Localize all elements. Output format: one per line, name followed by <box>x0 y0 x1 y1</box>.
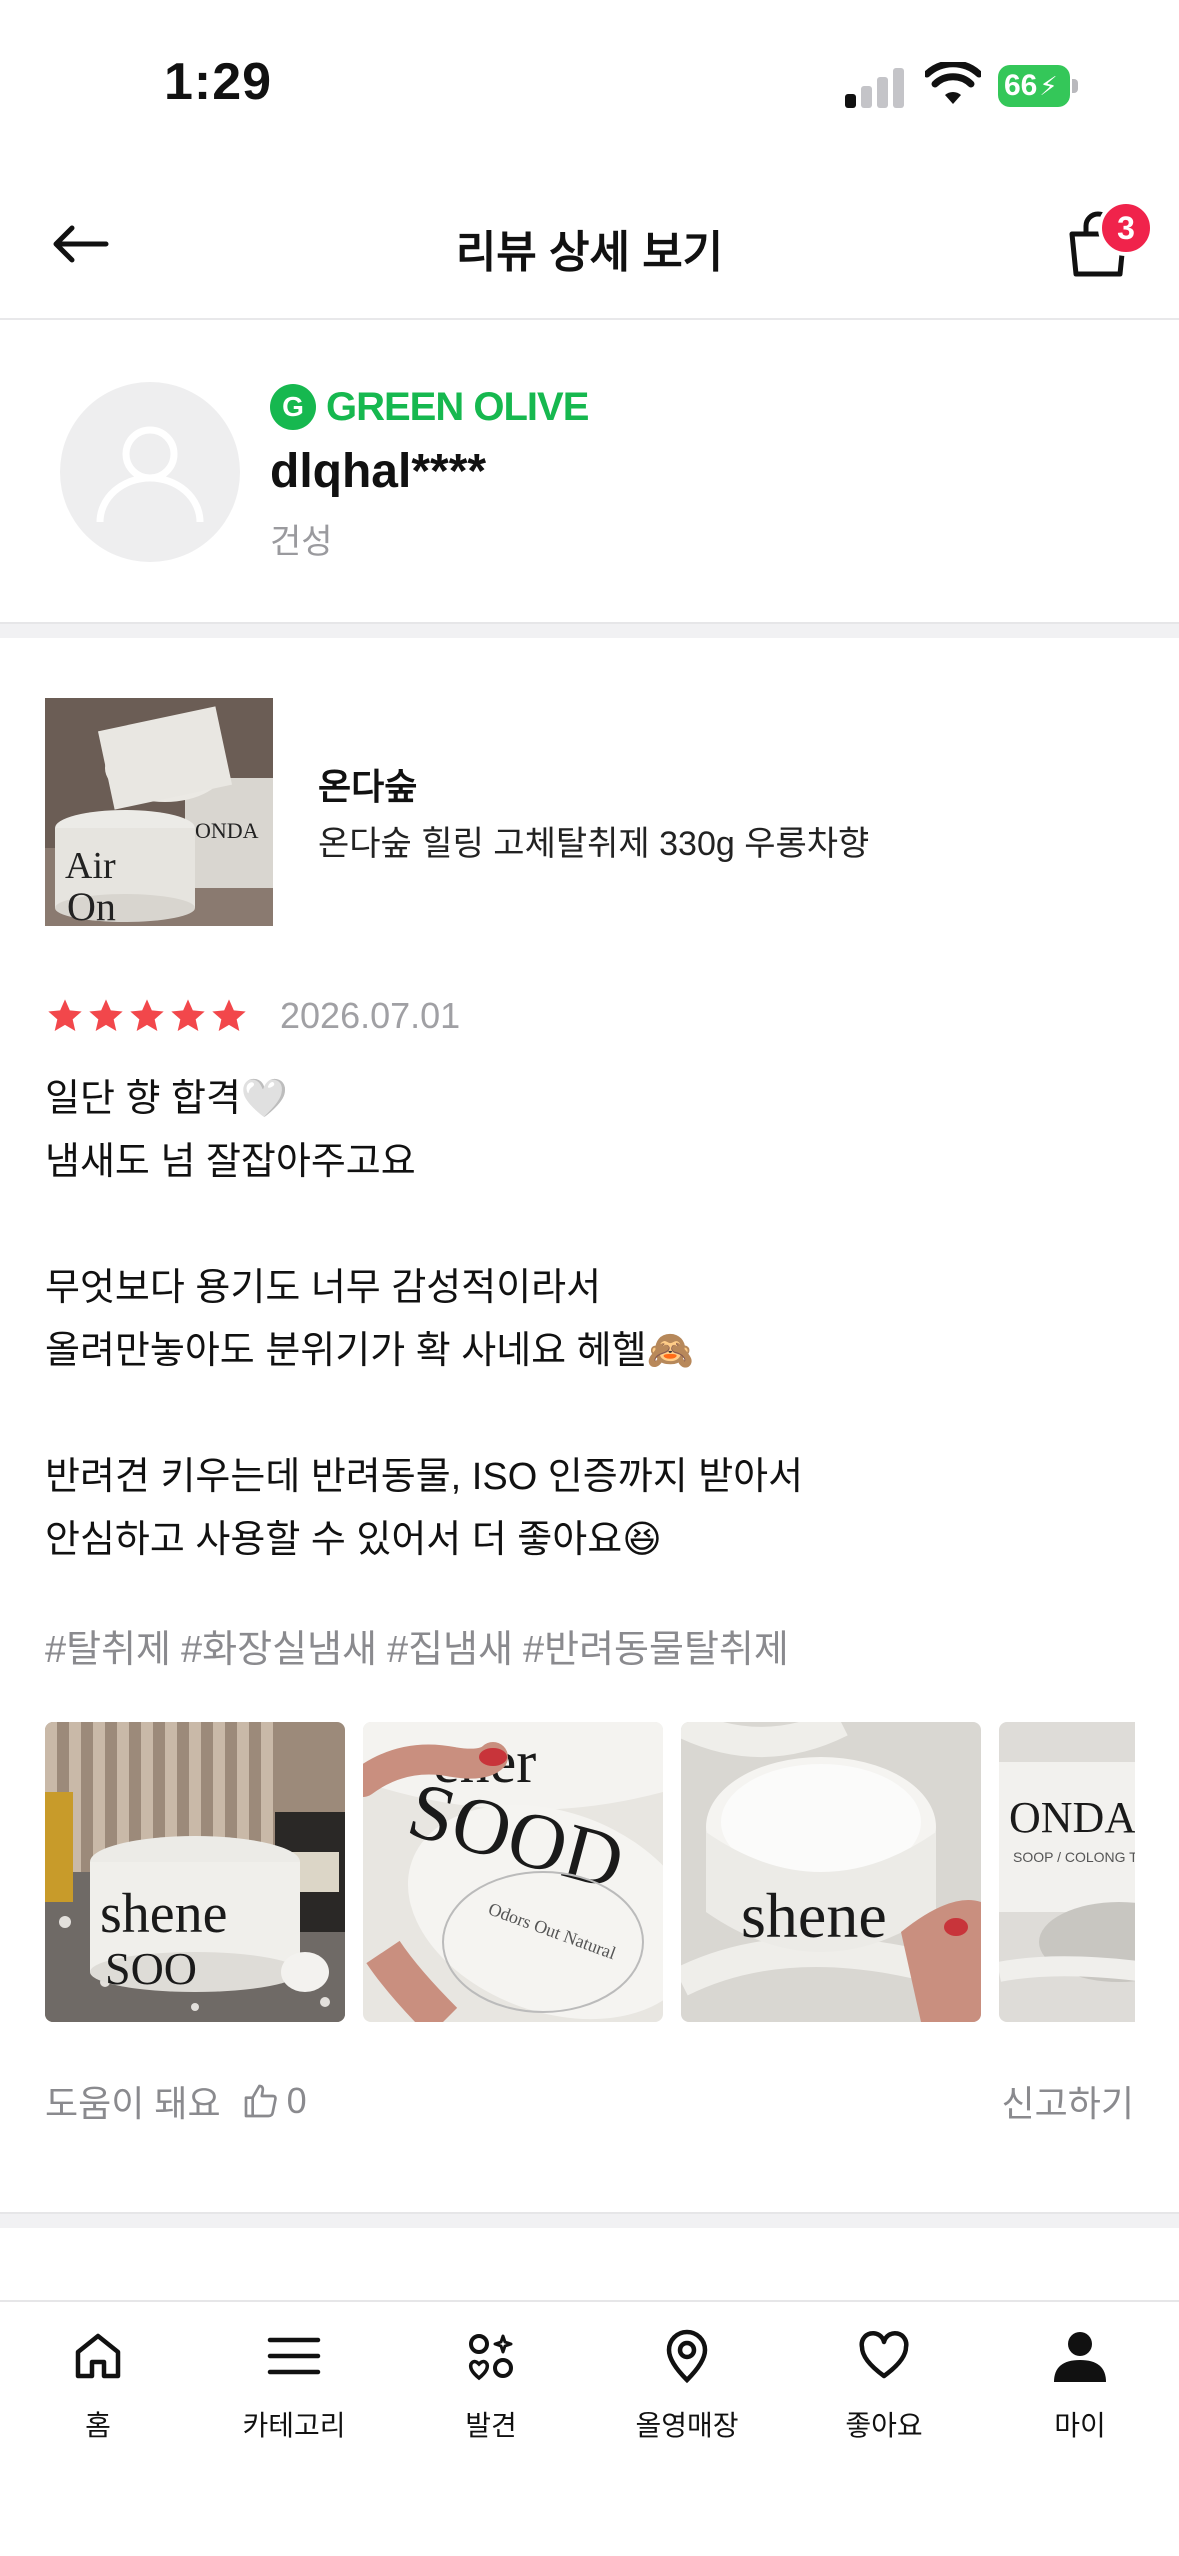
tab-label: 홈 <box>85 2410 111 2441</box>
product-brand: 온다숲 <box>318 766 418 807</box>
review-line: 일단 향 합격🤍 <box>45 1078 289 1120</box>
review-photo[interactable]: ener SOOD Odors Out Natural <box>363 1722 663 2022</box>
tab-category[interactable]: 카테고리 <box>196 2324 392 2444</box>
member-grade: G GREEN OLIVE <box>270 384 589 430</box>
product-card[interactable]: Air On ONDA 온다숲 온다숲 힐링 고체탈취제 330g 우롱차향 <box>0 640 1179 940</box>
review-photo[interactable]: shene <box>681 1722 981 2022</box>
avatar[interactable] <box>60 382 240 562</box>
svg-text:ONDA: ONDA <box>1009 1793 1135 1842</box>
star-rating <box>45 996 250 1036</box>
grade-icon: G <box>270 384 316 430</box>
tab-likes[interactable]: 좋아요 <box>786 2324 982 2444</box>
tab-label: 마이 <box>1054 2410 1106 2441</box>
like-count: 0 <box>286 2080 307 2121</box>
review-line <box>45 1194 1145 1257</box>
like-button[interactable]: 0 <box>241 2080 307 2122</box>
photo-image: ONDA SOOP / COLONG TEA <box>999 1722 1135 2022</box>
header: 리뷰 상세 보기 <box>0 170 1179 320</box>
tab-label: 좋아요 <box>845 2410 923 2441</box>
status-bar: 1:29 66 ⚡ <box>0 0 1179 170</box>
report-button[interactable]: 신고하기 <box>1002 2075 1134 2127</box>
photo-image: ener SOOD Odors Out Natural <box>363 1722 663 2022</box>
review-line: 무엇보다 용기도 너무 감성적이라서 <box>45 1267 602 1309</box>
star-icon <box>89 999 123 1031</box>
star-icon <box>212 999 246 1031</box>
reviewer-username: dlqhal**** <box>270 445 487 498</box>
skin-type: 건성 <box>270 523 333 561</box>
location-pin-icon <box>655 2324 719 2388</box>
review-line: 냄새도 넘 잘잡아주고요 <box>45 1141 416 1183</box>
section-divider <box>0 622 1179 638</box>
review-line <box>45 1383 1145 1446</box>
section-divider <box>0 2212 1179 2228</box>
svg-text:shene: shene <box>100 1883 228 1945</box>
tab-discover[interactable]: 발견 <box>393 2324 589 2444</box>
svg-text:On: On <box>67 884 116 926</box>
review-photo-strip[interactable]: shene SOO ener SOOD Odors Out Natural sh… <box>45 1722 1135 2022</box>
photo-image: shene <box>681 1722 981 2022</box>
reviewer-profile: G GREEN OLIVE dlqhal**** 건성 <box>0 322 1179 622</box>
rating-row: 2026.07.01 <box>45 995 460 1037</box>
helpful-row: 도움이 돼요 0 <box>45 2075 307 2127</box>
star-icon <box>171 999 205 1031</box>
star-icon <box>130 999 164 1031</box>
hashtag-list: #탈취제 #화장실냄새 #집냄새 #반려동물탈취제 <box>45 1618 799 1673</box>
heart-icon <box>852 2324 916 2388</box>
photo-image: shene SOO <box>45 1722 345 2022</box>
cart-count-badge: 3 <box>1098 200 1154 256</box>
svg-text:Air: Air <box>65 845 116 887</box>
svg-text:ONDA: ONDA <box>195 818 259 843</box>
page-title: 리뷰 상세 보기 <box>455 228 724 277</box>
review-text: 일단 향 합격🤍 냄새도 넘 잘잡아주고요 무엇보다 용기도 너무 감성적이라서… <box>45 1068 1145 1572</box>
grade-label: GREEN OLIVE <box>326 384 589 429</box>
helpful-label: 도움이 돼요 <box>45 2083 221 2124</box>
menu-icon <box>262 2324 326 2388</box>
tab-label: 카테고리 <box>242 2410 346 2441</box>
review-line: 안심하고 사용할 수 있어서 더 좋아요😆 <box>45 1519 662 1561</box>
status-time: 1:29 <box>164 53 273 111</box>
wifi-icon <box>925 62 981 104</box>
bottom-tab-bar: 홈 카테고리 발견 올영매장 좋아요 마이 <box>0 2300 1179 2556</box>
tab-home[interactable]: 홈 <box>0 2324 196 2444</box>
tab-label: 발견 <box>465 2410 517 2441</box>
tab-my[interactable]: 마이 <box>982 2324 1178 2444</box>
battery-icon: 66 ⚡ <box>998 65 1078 107</box>
star-icon <box>48 999 82 1031</box>
product-thumbnail[interactable]: Air On ONDA <box>45 698 273 926</box>
battery-level: 66 <box>1004 69 1038 102</box>
svg-text:SOO: SOO <box>105 1943 197 1994</box>
review-photo[interactable]: ONDA SOOP / COLONG TEA <box>999 1722 1135 2022</box>
thumbs-up-icon <box>244 2084 277 2118</box>
cellular-signal-icon <box>845 66 905 108</box>
person-icon <box>1048 2324 1112 2388</box>
tab-label: 올영매장 <box>635 2410 739 2441</box>
discover-icon <box>459 2324 523 2388</box>
hashtag[interactable]: #탈취제 <box>45 1618 171 1673</box>
hashtag[interactable]: #반려동물탈취제 <box>523 1618 789 1673</box>
hashtag[interactable]: #화장실냄새 <box>181 1618 377 1673</box>
svg-text:SOOP / COLONG TEA: SOOP / COLONG TEA <box>1013 1849 1135 1865</box>
tab-store[interactable]: 올영매장 <box>589 2324 785 2444</box>
review-photo[interactable]: shene SOO <box>45 1722 345 2022</box>
svg-text:shene: shene <box>741 1880 887 1951</box>
hashtag[interactable]: #집냄새 <box>387 1618 513 1673</box>
review-line: 반려견 키우는데 반려동물, ISO 인증까지 받아서 <box>45 1456 804 1498</box>
product-name: 온다숲 힐링 고체탈취제 330g 우롱차향 <box>318 825 870 863</box>
user-placeholder-icon <box>96 426 204 523</box>
review-line: 올려만놓아도 분위기가 확 사네요 헤헬🙈 <box>45 1330 694 1372</box>
home-icon <box>66 2324 130 2388</box>
product-image: Air On ONDA <box>45 698 273 926</box>
review-date: 2026.07.01 <box>280 995 461 1036</box>
